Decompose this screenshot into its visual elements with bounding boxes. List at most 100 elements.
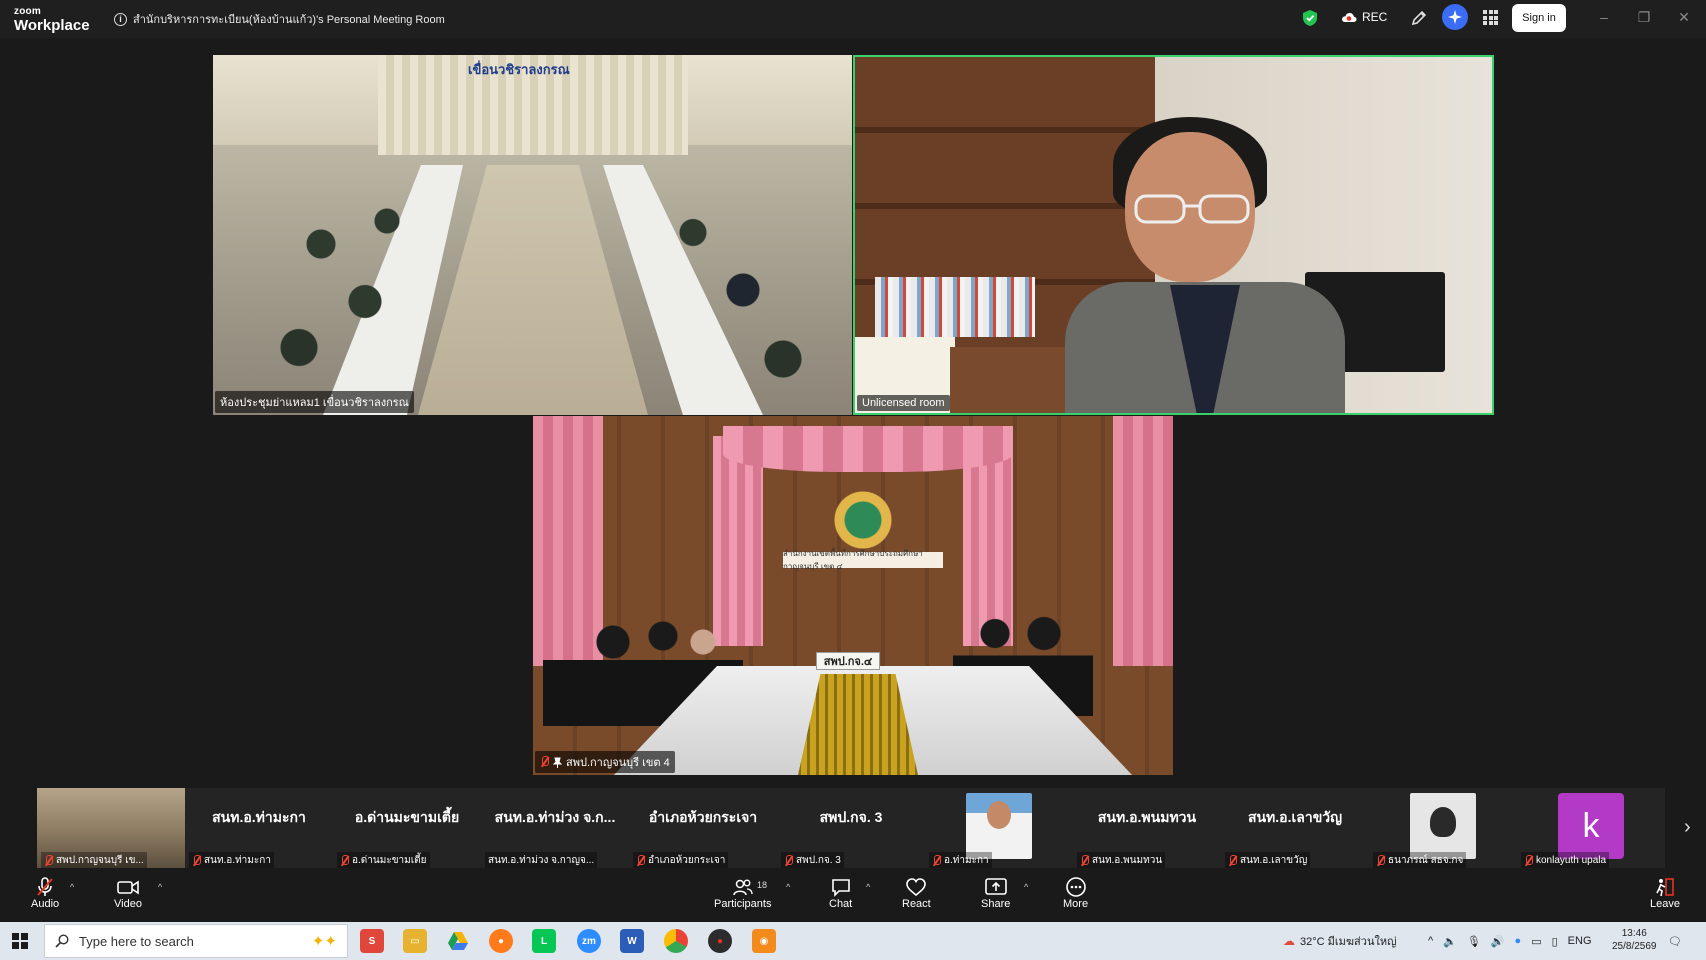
react-label: React: [902, 898, 931, 910]
chat-label: Chat: [829, 898, 853, 910]
mic-muted-icon: [192, 854, 201, 867]
search-placeholder: Type here to search: [79, 933, 194, 949]
mic-muted-icon: [1080, 854, 1089, 867]
participant-label: ธนาภรณ์ สธจ.กจ: [1388, 855, 1464, 866]
share-options-caret-icon[interactable]: ^: [1024, 882, 1028, 892]
zoom-tray-icon[interactable]: ●: [1515, 935, 1522, 947]
participant-label: สพป.กาญจนบุรี เข...: [56, 855, 144, 866]
participant-name: ห้องประชุมย่าแหลม1 เขื่อนวชิราลงกรณ: [220, 397, 409, 409]
participant-display-name: สนท.อ.ท่ามะกา: [212, 809, 306, 825]
speaker-icon[interactable]: 🔊: [1491, 935, 1505, 948]
participant-tile[interactable]: สนท.อ.ท่าม่วง จ.ก... สนท.อ.ท่าม่วง จ.กาญ…: [481, 788, 629, 869]
tray-expand-icon[interactable]: ^: [1428, 935, 1433, 947]
mic-muted-icon: [340, 854, 349, 867]
participant-tile[interactable]: สพป.กาญจนบุรี เข...: [37, 788, 185, 869]
heart-icon: [906, 878, 927, 897]
more-icon: [1065, 877, 1086, 897]
participant-tile[interactable]: สนท.อ.ท่ามะกา สนท.อ.ท่ามะกา: [185, 788, 333, 869]
taskbar-search-box[interactable]: Type here to search ✦✦: [44, 924, 348, 958]
info-icon[interactable]: i: [114, 12, 127, 26]
line-app-icon[interactable]: L: [532, 929, 556, 953]
participant-label: อ.ท่ามะกา: [944, 855, 989, 866]
video-tile-pinned-room[interactable]: สำนักงานเขตพื้นที่การศึกษาประถมศึกษากาญจ…: [533, 416, 1173, 775]
clock-date: 25/8/2569: [1612, 941, 1657, 952]
logo-bottom-text: Workplace: [14, 17, 90, 34]
sparkle-icon: ✦✦: [311, 933, 337, 950]
mic-muted-icon: [540, 756, 549, 768]
participant-tile[interactable]: อ.ด่านมะขามเตี้ย อ.ด่านมะขามเตี้ย: [333, 788, 481, 869]
participant-avatar: [966, 793, 1032, 859]
taskbar-clock[interactable]: 13:46 25/8/2569: [1612, 927, 1657, 953]
share-screen-icon: [984, 878, 1007, 895]
chevron-right-icon[interactable]: ›: [1684, 816, 1691, 839]
participant-tile[interactable]: ธนาภรณ์ สธจ.กจ: [1369, 788, 1517, 869]
react-button[interactable]: React: [902, 876, 931, 910]
annotate-pen-icon[interactable]: [1410, 9, 1428, 27]
participant-label: konlayuth upala: [1536, 855, 1607, 866]
audio-button[interactable]: Audio: [31, 876, 59, 910]
audio-options-caret-icon[interactable]: ^: [70, 882, 74, 892]
word-icon[interactable]: W: [620, 929, 644, 953]
close-icon[interactable]: ✕: [1677, 10, 1691, 24]
system-tray: ^ 🔈 🎙 🔊 ● ▭ ▯ ENG: [1428, 922, 1592, 960]
screen-recorder-icon[interactable]: ●: [708, 929, 732, 953]
video-options-caret-icon[interactable]: ^: [158, 882, 162, 892]
office-sign: สำนักงานเขตพื้นที่การศึกษาประถมศึกษากาญจ…: [783, 549, 943, 571]
leave-label: Leave: [1650, 898, 1680, 910]
participant-display-name: สนท.อ.ท่าม่วง จ.ก...: [494, 809, 616, 825]
sign-in-button[interactable]: Sign in: [1512, 4, 1566, 32]
apps-grid-icon[interactable]: [1483, 10, 1498, 25]
more-label: More: [1063, 898, 1089, 910]
pin-icon: [553, 757, 562, 768]
video-button[interactable]: Video: [114, 876, 142, 910]
video-name-label: Unlicensed room: [857, 395, 950, 411]
app-s-icon[interactable]: S: [360, 929, 384, 953]
weather-icon: ☁: [1283, 934, 1295, 948]
firefox-icon[interactable]: ●: [489, 929, 513, 953]
active-app-icon[interactable]: ◉: [752, 929, 776, 953]
clock-time: 13:46: [1621, 928, 1647, 939]
minimize-icon[interactable]: –: [1597, 10, 1611, 24]
encryption-shield-icon[interactable]: [1302, 9, 1318, 27]
google-drive-icon[interactable]: [446, 929, 470, 953]
microphone-icon[interactable]: 🎙: [1467, 935, 1481, 948]
participant-tile[interactable]: อ.ท่ามะกา: [925, 788, 1073, 869]
notification-icon[interactable]: 🗨: [1668, 922, 1682, 960]
volume-icon[interactable]: 🔈: [1443, 935, 1457, 948]
language-indicator[interactable]: ENG: [1568, 935, 1592, 947]
video-label: Video: [114, 898, 142, 910]
video-tile-conference-room[interactable]: เขื่อนวชิราลงกรณ ห้องประชุมย่าแหลม1 เขื่…: [213, 55, 852, 415]
participant-display-name: สนท.อ.พนมทวน: [1097, 809, 1197, 825]
network-icon[interactable]: ▭: [1531, 935, 1541, 948]
weather-widget[interactable]: ☁ 32°C มีเมฆส่วนใหญ่: [1283, 922, 1396, 960]
recording-indicator[interactable]: REC: [1341, 10, 1387, 24]
share-button[interactable]: Share: [981, 876, 1010, 910]
more-button[interactable]: More: [1063, 876, 1088, 910]
participants-options-caret-icon[interactable]: ^: [786, 882, 790, 892]
battery-icon[interactable]: ▯: [1552, 935, 1558, 948]
leave-icon: [1656, 878, 1674, 897]
table-nameplate: สพป.กจ.๔: [816, 652, 880, 670]
mic-muted-icon: [1228, 854, 1237, 867]
participant-tile[interactable]: สนท.อ.เลาขวัญ สนท.อ.เลาขวัญ: [1221, 788, 1369, 869]
leave-button[interactable]: Leave: [1650, 876, 1680, 910]
chat-options-caret-icon[interactable]: ^: [866, 882, 870, 892]
ai-companion-icon[interactable]: [1442, 4, 1468, 30]
chrome-icon[interactable]: [664, 929, 688, 953]
participant-tile[interactable]: อำเภอห้วยกระเจา อำเภอห้วยกระเจา: [629, 788, 777, 869]
participant-label: สพป.กจ. 3: [796, 855, 841, 866]
meeting-title[interactable]: i สำนักบริหารการทะเบียน(ห้องบ้านแก้ว)'s …: [114, 10, 445, 28]
zoom-app-icon[interactable]: zm: [577, 929, 601, 953]
participant-tile[interactable]: k konlayuth upala: [1517, 788, 1665, 869]
video-tile-active-speaker[interactable]: Unlicensed room: [853, 55, 1494, 415]
file-explorer-icon[interactable]: ▭: [403, 929, 427, 953]
chat-button[interactable]: Chat: [829, 876, 852, 910]
participant-label: สนท.อ.เลาขวัญ: [1240, 855, 1308, 866]
participant-tile[interactable]: สนท.อ.พนมทวน สนท.อ.พนมทวน: [1073, 788, 1221, 869]
windows-start-icon[interactable]: [12, 933, 28, 949]
mic-muted-icon: [1376, 854, 1385, 867]
video-name-label: สพป.กาญจนบุรี เขต 4: [535, 751, 675, 773]
participant-letter-avatar: k: [1558, 793, 1624, 859]
restore-icon[interactable]: ❐: [1637, 10, 1651, 24]
participant-tile[interactable]: สพป.กจ. 3 สพป.กจ. 3: [777, 788, 925, 869]
